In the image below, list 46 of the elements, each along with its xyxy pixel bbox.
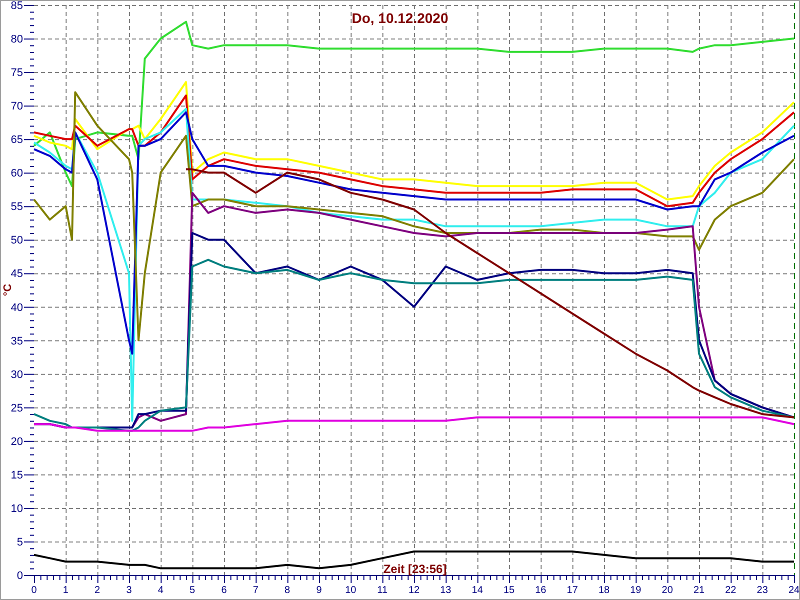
x-tick-label: 2 bbox=[94, 585, 100, 596]
y-tick-label: 65 bbox=[10, 134, 23, 146]
y-tick-label: 80 bbox=[10, 34, 23, 46]
x-tick-label: 13 bbox=[440, 585, 452, 596]
x-tick-label: 14 bbox=[472, 585, 483, 596]
x-tick-label: 17 bbox=[566, 585, 578, 596]
y-tick-label: 55 bbox=[10, 201, 23, 214]
chart-title: Do, 10.12.2020 bbox=[352, 10, 448, 26]
x-tick-label: 9 bbox=[316, 585, 322, 596]
x-tick-label: 15 bbox=[503, 585, 515, 596]
x-tick-label: 20 bbox=[662, 585, 673, 596]
x-tick-label: 7 bbox=[252, 585, 258, 596]
y-tick-label: 50 bbox=[10, 234, 23, 247]
x-tick-label: 5 bbox=[190, 585, 196, 596]
x-tick-label: 6 bbox=[221, 585, 227, 596]
x-tick-label: 19 bbox=[630, 585, 642, 596]
y-tick-label: 10 bbox=[10, 502, 23, 515]
y-tick-label: 25 bbox=[10, 402, 23, 414]
y-tick-label: 70 bbox=[10, 100, 23, 113]
y-tick-label: 60 bbox=[10, 168, 23, 180]
x-tick-label: 4 bbox=[158, 585, 164, 596]
x-tick-label: 3 bbox=[126, 585, 132, 596]
x-tick-label: 11 bbox=[377, 585, 388, 596]
x-tick-label: 16 bbox=[535, 585, 546, 596]
y-tick-label: 30 bbox=[10, 368, 23, 381]
x-tick-label: 22 bbox=[725, 585, 736, 596]
x-tick-label: 21 bbox=[693, 585, 705, 596]
y-tick-label: 0 bbox=[16, 570, 23, 582]
x-tick-label: 0 bbox=[31, 585, 37, 596]
x-tick-label: 23 bbox=[756, 585, 768, 596]
y-axis-label: °C bbox=[2, 284, 14, 296]
x-tick-label: 18 bbox=[598, 585, 610, 596]
x-tick-label: 1 bbox=[62, 585, 68, 596]
x-tick-label: 12 bbox=[408, 585, 420, 596]
x-tick-label: 8 bbox=[284, 585, 290, 596]
x-tick-label: 10 bbox=[345, 585, 356, 596]
y-tick-label: 20 bbox=[10, 436, 23, 448]
x-axis-label: Zeit [23:56] bbox=[383, 562, 447, 576]
y-tick-label: 15 bbox=[10, 469, 23, 482]
y-tick-label: 5 bbox=[16, 536, 23, 548]
y-tick-label: 35 bbox=[10, 335, 23, 348]
y-tick-label: 75 bbox=[10, 67, 23, 80]
y-tick-label: 40 bbox=[10, 302, 23, 314]
y-tick-label: 45 bbox=[10, 268, 23, 280]
x-tick-label: 24 bbox=[788, 585, 800, 596]
y-tick-label: 85 bbox=[10, 0, 23, 12]
